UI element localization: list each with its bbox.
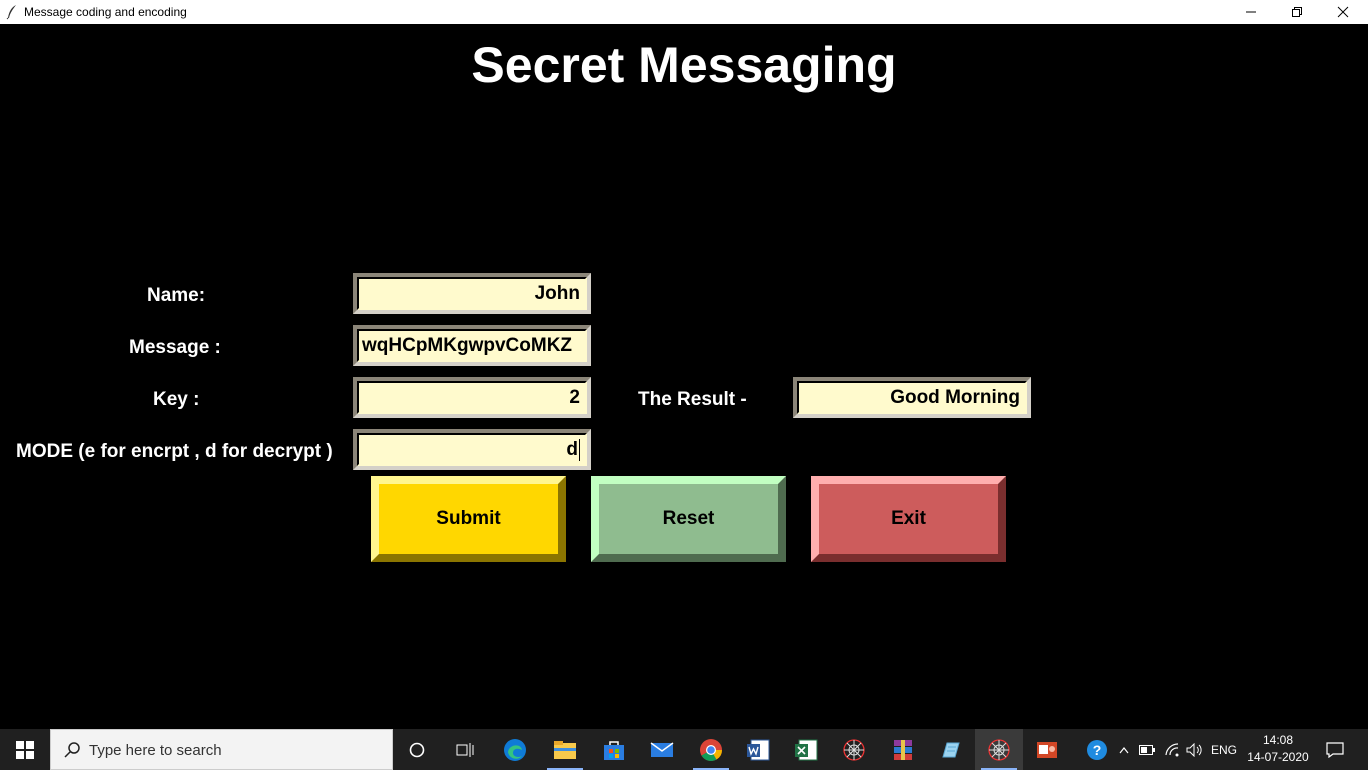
store-button[interactable] xyxy=(590,729,638,770)
secret-messaging-app-button[interactable] xyxy=(975,729,1023,770)
page-title: Secret Messaging xyxy=(471,37,897,93)
result-label: The Result - xyxy=(638,389,747,410)
message-field-value: wqHCpMKgwpvCoMKZ xyxy=(362,335,573,356)
text-caret xyxy=(579,439,580,461)
mode-field[interactable]: d xyxy=(353,429,591,470)
app-window: Secret Messaging Name: John Message : wq… xyxy=(1,24,1367,729)
mode-label: MODE (e for encrpt , d for decrypt ) xyxy=(16,441,333,462)
taskbar-clock[interactable]: 14:08 14-07-2020 xyxy=(1240,732,1316,766)
restore-button[interactable] xyxy=(1274,0,1320,24)
chevron-up-icon xyxy=(1119,746,1129,753)
help-tray-button[interactable]: ? xyxy=(1082,729,1112,770)
close-button[interactable] xyxy=(1320,0,1366,24)
key-field[interactable]: 2 xyxy=(353,377,591,418)
notepad-icon xyxy=(942,742,960,757)
battery-icon xyxy=(1139,744,1155,755)
winrar-icon xyxy=(894,739,912,760)
chrome-icon xyxy=(700,738,722,761)
exit-button[interactable]: Exit xyxy=(811,476,1006,562)
task-view-button[interactable] xyxy=(441,729,489,770)
excel-icon xyxy=(795,739,818,760)
edge-button[interactable] xyxy=(491,729,539,770)
action-center-button[interactable] xyxy=(1320,729,1350,770)
wifi-icon xyxy=(1165,742,1179,756)
file-explorer-icon xyxy=(554,740,576,759)
key-label: Key : xyxy=(153,389,200,410)
message-label: Message : xyxy=(129,337,221,358)
search-placeholder: Type here to search xyxy=(89,742,222,759)
search-icon xyxy=(64,742,80,758)
feather-icon xyxy=(6,4,18,20)
task-view-icon xyxy=(456,742,474,757)
window-title: Message coding and encoding xyxy=(24,5,187,19)
taskbar-search-box[interactable]: Type here to search xyxy=(50,729,393,770)
language-indicator[interactable]: ENG xyxy=(1208,729,1240,770)
clock-date: 14-07-2020 xyxy=(1247,750,1309,764)
minimize-icon xyxy=(1246,11,1256,13)
powerpoint-button[interactable] xyxy=(1022,729,1070,770)
window-title-bar: Message coding and encoding xyxy=(0,0,1368,24)
message-field[interactable]: wqHCpMKgwpvCoMKZ xyxy=(353,325,591,366)
powerpoint-icon xyxy=(1037,741,1057,758)
minimize-button[interactable] xyxy=(1228,0,1274,24)
restore-icon xyxy=(1292,7,1302,17)
winrar-button[interactable] xyxy=(879,729,927,770)
submit-button[interactable]: Submit xyxy=(371,476,566,562)
cortana-icon xyxy=(409,742,425,757)
spider-app-button[interactable] xyxy=(830,729,878,770)
spider-web-icon xyxy=(843,738,865,761)
spider-web-icon xyxy=(988,738,1010,761)
key-field-value: 2 xyxy=(569,387,580,408)
excel-button[interactable] xyxy=(782,729,830,770)
clock-time: 14:08 xyxy=(1262,733,1294,747)
cortana-button[interactable] xyxy=(393,729,441,770)
close-icon xyxy=(1337,6,1349,18)
mail-icon xyxy=(650,741,674,757)
word-icon xyxy=(747,739,770,760)
edge-icon xyxy=(504,738,526,761)
show-hidden-icons-button[interactable] xyxy=(1114,729,1134,770)
volume-tray-button[interactable] xyxy=(1184,729,1206,770)
battery-tray-button[interactable] xyxy=(1136,729,1158,770)
mail-button[interactable] xyxy=(638,729,686,770)
speaker-icon xyxy=(1186,742,1202,757)
chrome-button[interactable] xyxy=(687,729,735,770)
svg-text:?: ? xyxy=(1093,742,1102,758)
store-icon xyxy=(604,740,624,760)
start-button[interactable] xyxy=(0,729,50,770)
name-field[interactable]: John xyxy=(353,273,591,314)
reset-button[interactable]: Reset xyxy=(591,476,786,562)
help-icon: ? xyxy=(1087,739,1107,760)
notepad-button[interactable] xyxy=(926,729,974,770)
notification-icon xyxy=(1326,741,1344,758)
mode-field-value: d xyxy=(566,439,578,460)
result-field[interactable]: Good Morning xyxy=(793,377,1031,418)
name-label: Name: xyxy=(147,285,206,306)
wifi-tray-button[interactable] xyxy=(1161,729,1183,770)
name-field-value: John xyxy=(534,283,580,304)
windows-logo-icon xyxy=(16,740,34,759)
result-field-value: Good Morning xyxy=(890,387,1020,408)
word-button[interactable] xyxy=(734,729,782,770)
taskbar: Type here to search ? ENG 14:08 14-07-20… xyxy=(0,729,1368,770)
file-explorer-button[interactable] xyxy=(541,729,589,770)
